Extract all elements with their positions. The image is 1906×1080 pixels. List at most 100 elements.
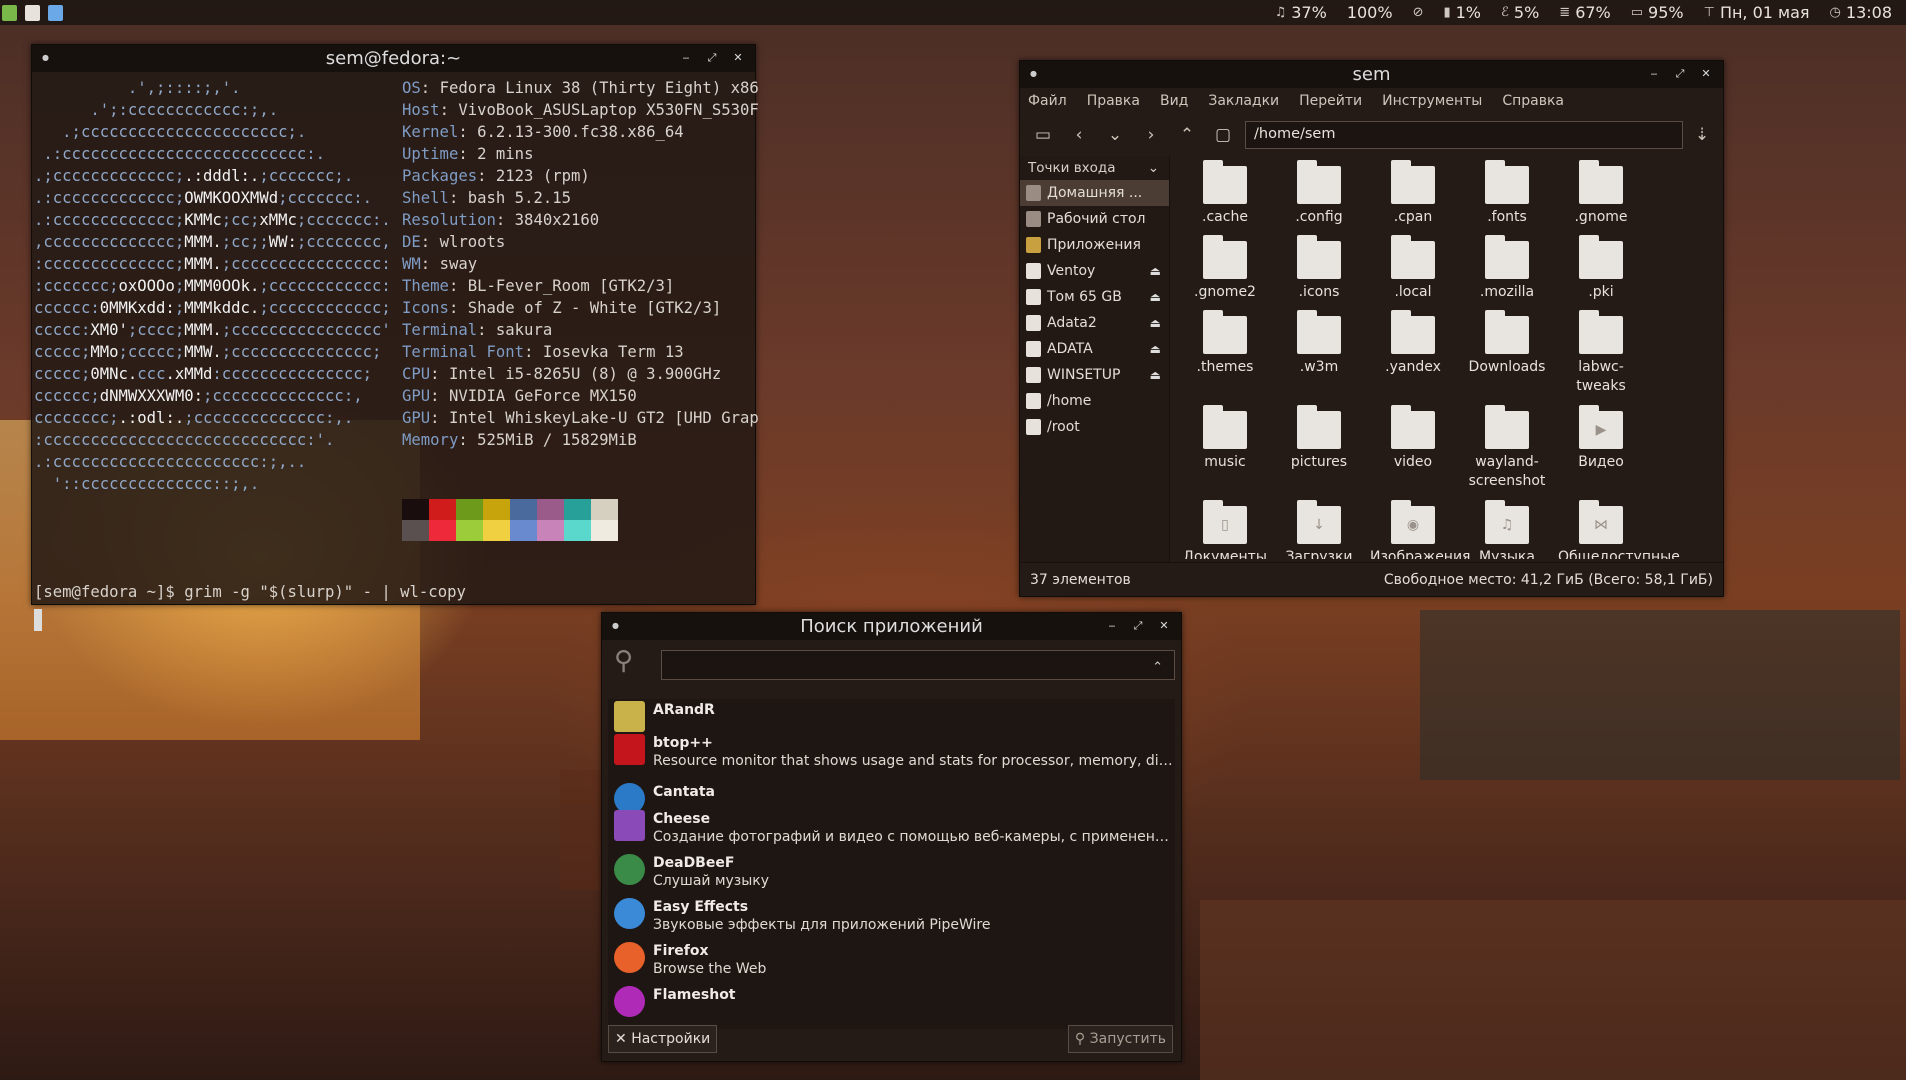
minimize-icon[interactable]: ‒ <box>675 49 697 67</box>
info-sep: : <box>448 299 468 317</box>
eject-icon[interactable]: ⏏ <box>1150 368 1161 382</box>
file-item[interactable]: .icons <box>1276 235 1362 302</box>
file-item[interactable]: Downloads <box>1464 310 1550 377</box>
file-item[interactable]: .w3m <box>1276 310 1362 377</box>
file-item[interactable]: .gnome <box>1558 160 1644 227</box>
file-item[interactable]: labwc-tweaks <box>1558 310 1644 396</box>
info-key: WM <box>402 255 421 273</box>
file-item[interactable]: .yandex <box>1370 310 1456 377</box>
menu-item[interactable]: Файл <box>1028 93 1067 109</box>
window-menu-icon[interactable]: ● <box>42 53 49 62</box>
file-manager-titlebar[interactable]: ● sem ‒ ⤢ ✕ <box>1020 61 1723 88</box>
info-value: Fedora Linux 38 (Thirty Eight) x86 <box>439 79 759 97</box>
app-item[interactable]: Firefox Browse the Web <box>608 942 1175 978</box>
sidebar-item[interactable]: /root <box>1020 414 1169 440</box>
app-search-window[interactable]: ● Поиск приложений ‒ ⤢ ✕ ⚲ ⌃ ARandR btop++ R… <box>601 612 1182 1062</box>
file-item[interactable]: .config <box>1276 160 1362 227</box>
eject-icon[interactable]: ⏏ <box>1150 264 1161 278</box>
minimize-icon[interactable]: ‒ <box>1101 617 1123 635</box>
app-item[interactable]: DeaDBeeF Слушай музыку <box>608 854 1175 890</box>
maximize-icon[interactable]: ⤢ <box>1127 617 1149 635</box>
eject-icon[interactable]: ⏏ <box>1150 290 1161 304</box>
info-key: Icons <box>402 299 449 317</box>
info-key: GPU <box>402 387 431 405</box>
maximize-icon[interactable]: ⤢ <box>701 49 723 67</box>
app-search-titlebar[interactable]: ● Поиск приложений ‒ ⤢ ✕ <box>602 613 1181 640</box>
terminal-window[interactable]: ● sem@fedora:~ ‒ ⤢ ✕ .',;::::;,'. .';:cccc… <box>31 44 759 631</box>
terminal-icon[interactable] <box>2 4 17 21</box>
menu-item[interactable]: Правка <box>1087 93 1140 109</box>
window-menu-icon[interactable]: ● <box>1030 69 1037 78</box>
path-input[interactable]: /home/sem <box>1245 121 1683 149</box>
menu-item[interactable]: Справка <box>1502 93 1564 109</box>
file-item[interactable]: .gnome2 <box>1182 235 1268 302</box>
file-item[interactable]: .local <box>1370 235 1456 302</box>
app-item[interactable]: btop++ Resource monitor that shows usage … <box>608 734 1175 770</box>
text-editor-icon[interactable] <box>25 4 40 21</box>
close-icon[interactable]: ✕ <box>1695 65 1717 83</box>
launch-button[interactable]: ⚲ Запустить <box>1067 1025 1173 1053</box>
menu-item[interactable]: Инструменты <box>1382 93 1482 109</box>
new-tab-icon[interactable]: ▭ <box>1030 122 1056 148</box>
sidebar-item[interactable]: Ventoy ⏏ <box>1020 258 1169 284</box>
file-item[interactable]: ⋈ Общедоступные <box>1558 500 1680 559</box>
file-item[interactable]: .pki <box>1558 235 1644 302</box>
search-input[interactable] <box>661 650 1175 680</box>
sidebar-item[interactable]: /home <box>1020 388 1169 414</box>
sidebar-item[interactable]: Приложения <box>1020 232 1169 258</box>
sidebar-header[interactable]: Точки входа ⌄ <box>1020 156 1169 180</box>
file-item[interactable]: .cpan <box>1370 160 1456 227</box>
forward-icon[interactable]: › <box>1138 122 1164 148</box>
eject-icon[interactable]: ⏏ <box>1150 342 1161 356</box>
file-item[interactable]: wayland-screenshot <box>1464 405 1550 491</box>
shell-prompt[interactable]: [sem@fedora ~]$ grim -g "$(slurp)" - | w… <box>34 581 466 603</box>
info-line: CPU: Intel i5-8265U (8) @ 3.900GHz <box>402 363 759 385</box>
close-icon[interactable]: ✕ <box>727 49 749 67</box>
sidebar-item[interactable]: Домашняя ... <box>1020 180 1169 206</box>
info-key: Memory <box>402 431 459 449</box>
minimize-icon[interactable]: ‒ <box>1643 65 1665 83</box>
file-item[interactable]: .themes <box>1182 310 1268 377</box>
screenshot-icon[interactable] <box>48 4 63 21</box>
file-item[interactable]: .fonts <box>1464 160 1550 227</box>
app-item[interactable]: ARandR <box>608 701 1175 732</box>
file-item[interactable]: pictures <box>1276 405 1362 472</box>
maximize-icon[interactable]: ⤢ <box>1669 65 1691 83</box>
chevron-up-icon[interactable]: ⌃ <box>1152 660 1163 675</box>
file-item[interactable]: .mozilla <box>1464 235 1550 302</box>
sidebar-item[interactable]: Том 65 GB ⏏ <box>1020 284 1169 310</box>
file-item[interactable]: .cache <box>1182 160 1268 227</box>
file-item[interactable]: video <box>1370 405 1456 472</box>
folder-emblem-icon: ♫ <box>1500 517 1514 533</box>
up-icon[interactable]: ⌃ <box>1174 122 1200 148</box>
app-item[interactable]: Easy Effects Звуковые эффекты для приложе… <box>608 898 1175 934</box>
sidebar-item[interactable]: WINSETUP ⏏ <box>1020 362 1169 388</box>
app-item[interactable]: Flameshot <box>608 986 1175 1017</box>
sidebar-item[interactable]: Рабочий стол <box>1020 206 1169 232</box>
close-icon[interactable]: ✕ <box>1153 617 1175 635</box>
sidebar-item[interactable]: Adata2 ⏏ <box>1020 310 1169 336</box>
file-item[interactable]: music <box>1182 405 1268 472</box>
file-item[interactable]: ◉ Изображения <box>1370 500 1470 559</box>
terminal-body[interactable]: .',;::::;,'. .';:cccccccccccc:;,. .;cccc… <box>32 72 759 631</box>
file-manager-window[interactable]: ● sem ‒ ⤢ ✕ Файл Правка Вид Закладки Перейти Ин… <box>1019 60 1724 597</box>
folder-emblem-icon: ⋈ <box>1594 517 1608 533</box>
file-item[interactable]: ▯ Документы <box>1182 500 1268 559</box>
app-item[interactable]: Cheese Создание фотографий и видео с помо… <box>608 810 1175 846</box>
menu-item[interactable]: Закладки <box>1208 93 1279 109</box>
sidebar-item[interactable]: ADATA ⏏ <box>1020 336 1169 362</box>
file-item[interactable]: ↓ Загрузки <box>1276 500 1362 559</box>
menu-item[interactable]: Перейти <box>1299 93 1362 109</box>
chevron-down-icon[interactable]: ⌄ <box>1148 156 1159 180</box>
file-item[interactable]: ▶ Видео <box>1558 405 1644 472</box>
terminal-titlebar[interactable]: ● sem@fedora:~ ‒ ⤢ ✕ <box>32 45 755 72</box>
back-icon[interactable]: ‹ <box>1066 122 1092 148</box>
menu-item[interactable]: Вид <box>1160 93 1188 109</box>
file-item[interactable]: ♫ Музыка <box>1464 500 1550 559</box>
history-dropdown-icon[interactable]: ⌄ <box>1102 122 1128 148</box>
eject-icon[interactable]: ⏏ <box>1150 316 1161 330</box>
location-toggle-icon[interactable]: ▢ <box>1210 122 1236 148</box>
window-menu-icon[interactable]: ● <box>612 621 619 630</box>
go-icon[interactable]: ⇣ <box>1689 122 1715 148</box>
settings-button[interactable]: ✕ Настройки <box>608 1025 718 1053</box>
